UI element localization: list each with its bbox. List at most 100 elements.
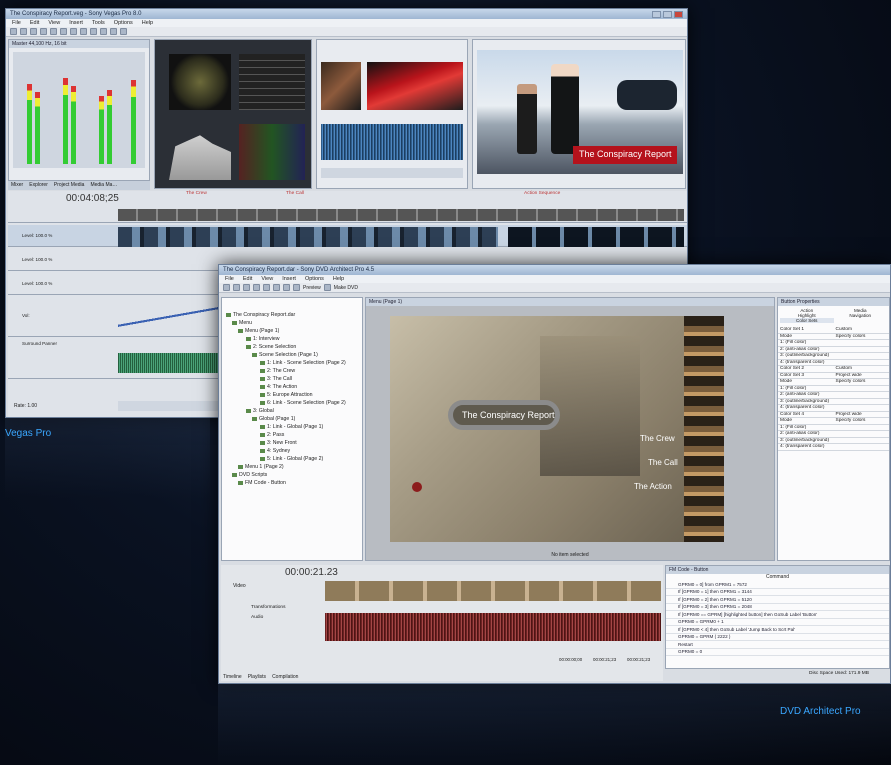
property-value[interactable]: Specify colors <box>834 418 890 423</box>
tree-item-link-scene[interactable]: 1: Link - Scene Selection (Page 2) <box>260 360 346 366</box>
property-value[interactable]: Specify colors <box>834 379 890 384</box>
props-tab-navigation[interactable]: Navigation <box>834 313 888 318</box>
snap-icon[interactable] <box>100 28 107 35</box>
tree-item-scene-page1[interactable]: Scene Selection (Page 1) <box>252 352 318 358</box>
tab-mixer[interactable]: Mixer <box>11 182 23 189</box>
redo-icon[interactable] <box>283 284 290 291</box>
new-icon[interactable] <box>223 284 230 291</box>
zoom-icon[interactable] <box>120 28 127 35</box>
marker-2[interactable]: The Call <box>286 191 304 196</box>
command-row[interactable]: GPRM0 = GPRM ( 2222 ) <box>666 634 889 641</box>
tree-item-project[interactable]: The Conspiracy Report.dar <box>226 312 295 318</box>
undo-icon[interactable] <box>273 284 280 291</box>
property-value[interactable]: Project wide <box>834 373 890 378</box>
dvda-menu-edit[interactable]: Edit <box>243 276 252 282</box>
command-row[interactable]: If [GPRM0 = 2] then GPRM1 = 5120 <box>666 596 889 604</box>
rate-label[interactable]: Rate: 1.00 <box>14 403 37 409</box>
tab-project-media[interactable]: Project Media <box>54 182 85 189</box>
menu-view[interactable]: View <box>48 20 60 26</box>
tree-item-new-front[interactable]: 3: New Front <box>260 440 297 446</box>
command-row[interactable]: GPRM0 = 0 <box>666 649 889 656</box>
tree-item-interview[interactable]: 1: Interview <box>246 336 280 342</box>
track-level-1[interactable]: Level: 100.0 % <box>22 233 52 238</box>
props-tab-color-sets[interactable]: Color Sets <box>780 318 834 323</box>
dvda-menu-options[interactable]: Options <box>305 276 324 282</box>
make-dvd-icon[interactable] <box>323 284 331 291</box>
make-dvd-button[interactable]: Make DVD <box>334 285 358 291</box>
preview-icon[interactable] <box>293 284 300 291</box>
menu-tools[interactable]: Tools <box>92 20 105 26</box>
dvda-menu-view[interactable]: View <box>261 276 273 282</box>
save-icon[interactable] <box>243 284 250 291</box>
cut-icon[interactable] <box>253 284 260 291</box>
dvda-menu-file[interactable]: File <box>225 276 234 282</box>
track-vol[interactable]: Vol: <box>22 313 30 318</box>
track-level-3[interactable]: Level: 100.0 % <box>22 281 52 286</box>
paste-icon[interactable] <box>70 28 77 35</box>
undo-icon[interactable] <box>80 28 87 35</box>
copy-icon[interactable] <box>60 28 67 35</box>
tree-item-sydney[interactable]: 4: Sydney <box>260 448 290 454</box>
tree-item-fm-code[interactable]: FM Code - Button <box>238 480 286 486</box>
tree-item-global[interactable]: 3: Global <box>246 408 274 414</box>
menu-options[interactable]: Options <box>114 20 133 26</box>
preview-button[interactable]: Preview <box>303 285 321 291</box>
menu-edit[interactable]: Edit <box>30 20 39 26</box>
tab-timeline[interactable]: Timeline <box>223 674 242 680</box>
tree-item-link-global-2[interactable]: 5: Link - Global (Page 2) <box>260 456 323 462</box>
command-row[interactable]: GPRM0 = GPRM0 + 1 <box>666 619 889 626</box>
tree-item-link-global[interactable]: 1: Link - Global (Page 1) <box>260 424 323 430</box>
property-value[interactable]: Custom <box>834 366 890 371</box>
menu-button-crew[interactable]: The Crew <box>640 434 675 443</box>
tree-item-dvd-scripts[interactable]: DVD Scripts <box>232 472 267 478</box>
copy-icon[interactable] <box>263 284 270 291</box>
menu-button-call[interactable]: The Call <box>648 458 678 467</box>
command-row[interactable]: GPRM0 = 0] from GPRM1 = 7572 <box>666 581 889 589</box>
tab-media-manager[interactable]: Media Ma… <box>90 182 117 189</box>
tree-item-global-page1[interactable]: Global (Page 1) <box>252 416 295 422</box>
tree-item-the-crew[interactable]: 2: The Crew <box>260 368 295 374</box>
menu-insert[interactable]: Insert <box>69 20 83 26</box>
open-icon[interactable] <box>20 28 27 35</box>
save-icon[interactable] <box>30 28 37 35</box>
tree-item-menu-page1[interactable]: Menu (Page 1) <box>238 328 279 334</box>
command-row[interactable]: If [GPRM0 == GPRM] [highlighted button] … <box>666 611 889 619</box>
close-icon[interactable] <box>674 10 683 18</box>
tree-item-europe[interactable]: 5: Europe Attraction <box>260 392 313 398</box>
marker-3[interactable]: Action Sequence <box>524 191 560 196</box>
menu-help[interactable]: Help <box>142 20 153 26</box>
menu-file[interactable]: File <box>12 20 21 26</box>
property-value[interactable]: Custom <box>834 327 890 332</box>
property-value[interactable]: Specify colors <box>834 334 890 339</box>
minimize-icon[interactable] <box>652 10 661 18</box>
envelope-icon[interactable] <box>110 28 117 35</box>
tree-item-menu1-page2[interactable]: Menu 1 (Page 2) <box>238 464 284 470</box>
tree-item-menu[interactable]: Menu <box>232 320 252 326</box>
track-level-2[interactable]: Level: 100.0 % <box>22 257 52 262</box>
tree-item-scene-selection[interactable]: 2: Scene Selection <box>246 344 296 350</box>
tree-item-the-action[interactable]: 4: The Action <box>260 384 297 390</box>
maximize-icon[interactable] <box>663 10 672 18</box>
command-row[interactable]: If [GPRM0 = 1] then GPRM1 = 3144 <box>666 589 889 596</box>
redo-icon[interactable] <box>90 28 97 35</box>
command-row[interactable]: If [GPRM0 = 3] then GPRM1 = 2048 <box>666 604 889 611</box>
cut-icon[interactable] <box>50 28 57 35</box>
menu-workspace-tab[interactable]: Menu (Page 1) <box>366 298 774 306</box>
command-row[interactable]: Restart <box>666 641 889 649</box>
property-row[interactable]: 4: (transparent color) <box>778 444 889 451</box>
new-icon[interactable] <box>10 28 17 35</box>
tab-explorer[interactable]: Explorer <box>29 182 48 189</box>
dvda-menu-help[interactable]: Help <box>333 276 344 282</box>
tree-item-the-call[interactable]: 3: The Call <box>260 376 292 382</box>
tab-playlists[interactable]: Playlists <box>248 674 266 680</box>
render-icon[interactable] <box>40 28 47 35</box>
dvda-menu-insert[interactable]: Insert <box>282 276 296 282</box>
menu-button-action[interactable]: The Action <box>634 482 672 491</box>
tree-item-link-scene-2[interactable]: 6: Link - Scene Selection (Page 2) <box>260 400 346 406</box>
tab-compilation[interactable]: Compilation <box>272 674 298 680</box>
command-row[interactable]: If [GPRM0 < 4] then GoSub Label 'Jump Ba… <box>666 626 889 634</box>
open-icon[interactable] <box>233 284 240 291</box>
tree-item-pass[interactable]: 2: Pass <box>260 432 284 438</box>
marker-1[interactable]: The Crew <box>186 191 207 196</box>
property-value[interactable]: Project wide <box>834 412 890 417</box>
